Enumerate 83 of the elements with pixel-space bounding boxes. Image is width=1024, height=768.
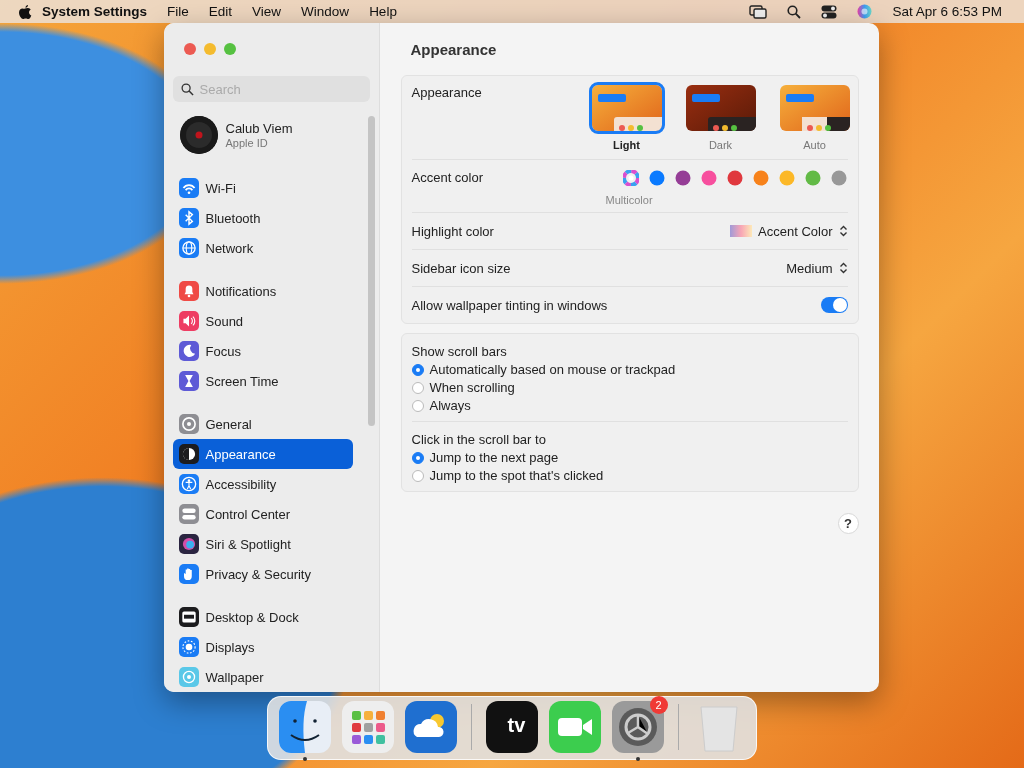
menu-item[interactable]: View — [242, 4, 292, 19]
sidebar-item[interactable]: Wallpaper — [172, 662, 353, 692]
theme-label: Auto — [803, 139, 826, 151]
stepper-icon — [838, 224, 848, 238]
page-title: Appearance — [410, 40, 497, 58]
scrollbar-thumb[interactable] — [367, 116, 375, 426]
sidebar-item[interactable]: Screen Time — [172, 366, 353, 396]
setting-label: Allow wallpaper tinting in windows — [411, 297, 608, 313]
tv-app-icon[interactable] — [485, 701, 538, 753]
radio-button[interactable] — [411, 469, 424, 482]
sidebar-item[interactable]: Sound — [172, 306, 353, 336]
auto-theme-thumbnail[interactable] — [779, 85, 850, 131]
accent-color-swatch[interactable] — [726, 170, 743, 186]
tv-logo-text: tv — [506, 714, 526, 737]
radio-label: Jump to the spot that's clicked — [429, 468, 604, 483]
icon-size-popup[interactable]: Medium — [786, 260, 848, 276]
accent-color-swatch[interactable] — [804, 170, 821, 186]
account-item[interactable]: Calub Viem Apple ID — [179, 116, 370, 154]
clock-text: Sat Apr 6 6:53 PM — [891, 4, 1003, 19]
radio-label: Jump to the next page — [429, 450, 559, 465]
theme-label: Dark — [708, 139, 733, 151]
setting-label: Highlight color — [411, 223, 494, 239]
video-camera-icon[interactable] — [548, 701, 601, 753]
radio-button[interactable] — [411, 381, 424, 394]
sidebar-item[interactable]: Network — [172, 233, 353, 263]
group-title: Show scroll bars — [411, 344, 508, 359]
setting-label: Appearance — [411, 85, 482, 100]
menu-item[interactable]: File — [157, 4, 199, 19]
sidebar-item[interactable]: Desktop & Dock — [172, 602, 353, 632]
accent-color-swatch[interactable] — [778, 170, 795, 186]
sidebar-item[interactable]: Notifications — [172, 276, 353, 306]
siri-icon[interactable] — [857, 4, 873, 19]
radio-button[interactable] — [411, 451, 424, 464]
stepper-icon — [838, 261, 848, 275]
highlight-color-popup[interactable]: Accent Color — [730, 223, 848, 239]
gear-icon[interactable] — [611, 701, 664, 753]
menu-item[interactable]: Help — [359, 4, 407, 19]
sidebar-item[interactable]: Privacy & Security — [172, 559, 353, 589]
cloud-sun-icon[interactable] — [404, 701, 457, 753]
account-name: Calub Viem — [225, 121, 293, 136]
close-button[interactable] — [183, 43, 196, 55]
theme-label: Light — [613, 139, 640, 151]
sidebar-item[interactable]: Siri & Spotlight — [172, 529, 353, 559]
control-center-icon[interactable] — [821, 4, 838, 19]
help-button[interactable]: ? — [837, 513, 859, 534]
app-menu[interactable]: System Settings — [32, 4, 158, 19]
radio-button[interactable] — [411, 399, 424, 412]
toggle-switch[interactable] — [820, 297, 848, 313]
menu-item[interactable]: Edit — [198, 4, 243, 19]
radio-label: Automatically based on mouse or trackpad — [429, 362, 676, 377]
radio-button[interactable] — [411, 363, 424, 376]
sidebar-item[interactable]: Appearance — [172, 439, 353, 469]
accent-color-swatch[interactable] — [622, 170, 639, 186]
accent-color-swatch[interactable] — [648, 170, 665, 186]
zoom-button[interactable] — [223, 43, 236, 55]
sidebar-item[interactable]: Displays — [172, 632, 353, 662]
setting-label: Sidebar icon size — [411, 260, 511, 276]
search-icon[interactable] — [787, 4, 802, 19]
accent-color-swatch[interactable] — [700, 170, 717, 186]
sidebar-item[interactable]: Accessibility — [172, 469, 353, 499]
accent-caption: Multicolor — [605, 194, 653, 206]
accent-color-swatch[interactable] — [752, 170, 769, 186]
sidebar-item[interactable]: Bluetooth — [172, 203, 353, 233]
menu-item[interactable]: Window — [291, 4, 360, 19]
apple-logo-icon[interactable] — [18, 3, 32, 20]
light-theme-thumbnail[interactable] — [591, 85, 662, 131]
sidebar-item[interactable]: Wi-Fi — [172, 173, 353, 203]
sidebar-item[interactable]: Control Center — [172, 499, 353, 529]
account-subtitle: Apple ID — [225, 137, 269, 149]
setting-label: Accent color — [411, 170, 484, 185]
dark-theme-thumbnail[interactable] — [685, 85, 756, 131]
accent-color-swatch[interactable] — [830, 170, 847, 186]
windows-icon[interactable] — [749, 4, 768, 19]
radio-label: When scrolling — [429, 380, 515, 395]
avatar-icon — [179, 116, 218, 154]
app-grid-icon[interactable] — [341, 701, 394, 753]
notification-badge: 2 — [649, 696, 668, 714]
sidebar-item[interactable]: General — [172, 409, 353, 439]
sidebar-item[interactable]: Focus — [172, 336, 353, 366]
group-title: Click in the scroll bar to — [411, 432, 547, 447]
accent-color-swatch[interactable] — [674, 170, 691, 186]
finder-icon[interactable] — [278, 701, 331, 753]
radio-label: Always — [429, 398, 471, 413]
